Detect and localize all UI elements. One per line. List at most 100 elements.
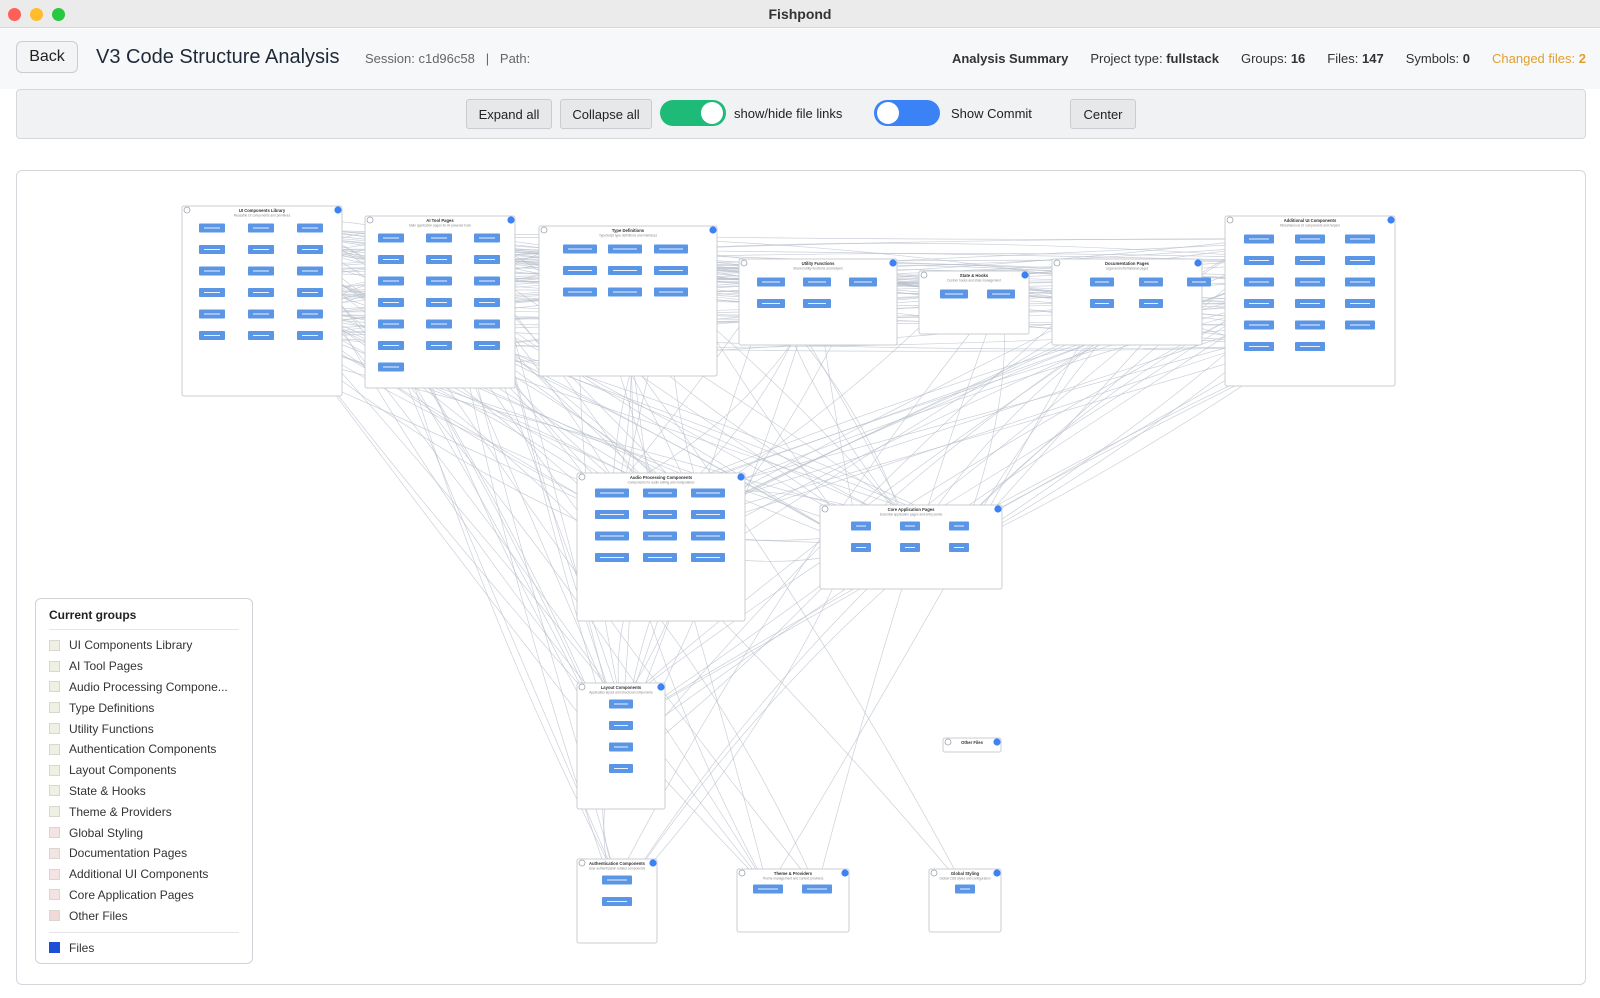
legend-item[interactable]: UI Components Library (49, 635, 239, 656)
group-box[interactable]: UI Components LibraryReusable UI compone… (181, 205, 343, 397)
group-box[interactable]: Global StylingGlobal CSS styles and conf… (928, 868, 1002, 933)
collapse-all-button[interactable]: Collapse all (560, 99, 652, 129)
expand-dot-icon[interactable] (994, 505, 1002, 513)
legend-item[interactable]: Global Styling (49, 822, 239, 843)
changed-files-stat[interactable]: Changed files: 2 (1492, 51, 1586, 66)
group-box[interactable]: Theme & ProvidersTheme management and co… (736, 868, 850, 933)
group-subtitle: Essential application pages and entry po… (880, 513, 943, 517)
file-node-label (960, 888, 970, 890)
file-node-label (1350, 303, 1370, 304)
file-node-label (1300, 260, 1320, 261)
group-box[interactable]: Authentication ComponentsUser authentica… (576, 858, 658, 944)
file-node-label (1300, 281, 1320, 283)
expand-all-button[interactable]: Expand all (466, 99, 552, 129)
group-box[interactable]: State & HooksCustom hooks and state mana… (918, 270, 1030, 335)
file-node-label (479, 237, 495, 239)
file-node-label (253, 249, 269, 250)
legend-label: Audio Processing Compone... (69, 679, 228, 694)
expand-dot-icon[interactable] (993, 869, 1001, 877)
legend-item[interactable]: Documentation Pages (49, 843, 239, 864)
group-title: Additional UI Components (1284, 218, 1337, 223)
file-node-label (568, 248, 592, 250)
legend-item[interactable]: AI Tool Pages (49, 656, 239, 677)
group-box[interactable]: Documentation PagesLegal and information… (1051, 258, 1211, 346)
legend-item[interactable]: Theme & Providers (49, 801, 239, 822)
expand-dot-icon[interactable] (841, 869, 849, 877)
group-title: Global Styling (951, 871, 980, 876)
expand-dot-icon[interactable] (709, 226, 717, 234)
expand-dot-icon[interactable] (657, 683, 665, 691)
group-box[interactable]: Layout ComponentsApplication layout and … (576, 682, 666, 810)
group-box[interactable]: Type DefinitionsTypeScript type definiti… (538, 225, 718, 377)
analysis-summary: Analysis Summary Project type: fullstack… (952, 51, 1586, 66)
group-title: Authentication Components (589, 861, 646, 866)
file-node-label (1144, 281, 1158, 283)
legend-item[interactable]: Utility Functions (49, 718, 239, 739)
file-node-label (1249, 281, 1269, 283)
center-button[interactable]: Center (1070, 99, 1136, 129)
file-node-label (383, 280, 399, 282)
file-node-label (431, 280, 447, 282)
expand-dot-icon[interactable] (334, 206, 342, 214)
file-node-label (1144, 303, 1158, 304)
file-node-label (479, 280, 495, 282)
group-title: Audio Processing Components (630, 475, 693, 480)
expand-dot-icon[interactable] (1194, 259, 1202, 267)
legend-swatch (49, 889, 60, 901)
file-node-label (431, 302, 447, 303)
legend-swatch (49, 910, 60, 922)
group-box[interactable]: Utility FunctionsShared utility function… (738, 258, 898, 346)
file-node-label (856, 547, 866, 548)
legend-item[interactable]: Additional UI Components (49, 864, 239, 885)
expand-dot-icon[interactable] (993, 738, 1001, 746)
back-button[interactable]: Back (16, 41, 78, 73)
file-node-label (431, 237, 447, 239)
file-node-label (600, 535, 624, 537)
legend-item[interactable]: State & Hooks (49, 781, 239, 802)
expand-dot-icon[interactable] (1021, 271, 1029, 279)
legend-item[interactable]: Authentication Components (49, 739, 239, 760)
expand-dot-icon[interactable] (737, 473, 745, 481)
legend-label: Type Definitions (69, 700, 155, 715)
legend-label: Global Styling (69, 825, 144, 840)
expand-dot-icon[interactable] (507, 216, 515, 224)
file-links-toggle[interactable] (660, 100, 726, 126)
symbols-stat: Symbols: 0 (1405, 51, 1471, 66)
group-subtitle: User authentication related components (589, 867, 646, 871)
file-node-label (1300, 346, 1320, 347)
group-frame (1051, 258, 1203, 346)
legend-item[interactable]: Layout Components (49, 760, 239, 781)
expand-dot-icon[interactable] (1387, 216, 1395, 224)
file-links-label: show/hide file links (734, 106, 843, 121)
legend-item[interactable]: Other Files (49, 905, 239, 926)
file-node-label (758, 888, 778, 890)
legend-item-files[interactable]: Files (49, 937, 239, 958)
file-node-label (1192, 281, 1206, 283)
expand-dot-icon[interactable] (889, 259, 897, 267)
group-box[interactable]: Audio Processing ComponentsComponents fo… (576, 472, 746, 622)
group-subtitle: Theme management and context providers (763, 877, 824, 881)
group-box[interactable]: AI Tool PagesMain application pages for … (364, 215, 516, 389)
legend-items: UI Components Library AI Tool Pages Audio … (49, 635, 239, 926)
summary-label: Analysis Summary (951, 51, 1069, 66)
file-node-label (762, 303, 780, 304)
legend-label: Files (69, 940, 95, 955)
group-box[interactable]: Core Application PagesEssential applicat… (819, 504, 1003, 590)
legend-item[interactable]: Audio Processing Compone... (49, 677, 239, 698)
file-node-label (600, 492, 624, 494)
legend-item[interactable]: Type Definitions (49, 697, 239, 718)
group-subtitle: Miscellaneous UI components and helpers (1280, 224, 1340, 228)
legend-item[interactable]: Core Application Pages (49, 885, 239, 906)
legend-title: Current groups (49, 608, 239, 630)
file-node-label (1300, 303, 1320, 304)
file-node-label (383, 323, 399, 325)
group-subtitle: Main application pages for AI-powered to… (409, 224, 471, 228)
show-commit-toggle[interactable] (874, 100, 940, 126)
expand-dot-icon[interactable] (649, 859, 657, 867)
group-subtitle: Application layout and structural compon… (589, 691, 653, 695)
file-node-label (607, 879, 627, 881)
group-box[interactable]: Other Files (942, 737, 1002, 753)
file-node-label (854, 281, 872, 283)
file-node-label (954, 525, 964, 527)
group-box[interactable]: Additional UI ComponentsMiscellaneous UI… (1224, 215, 1396, 387)
